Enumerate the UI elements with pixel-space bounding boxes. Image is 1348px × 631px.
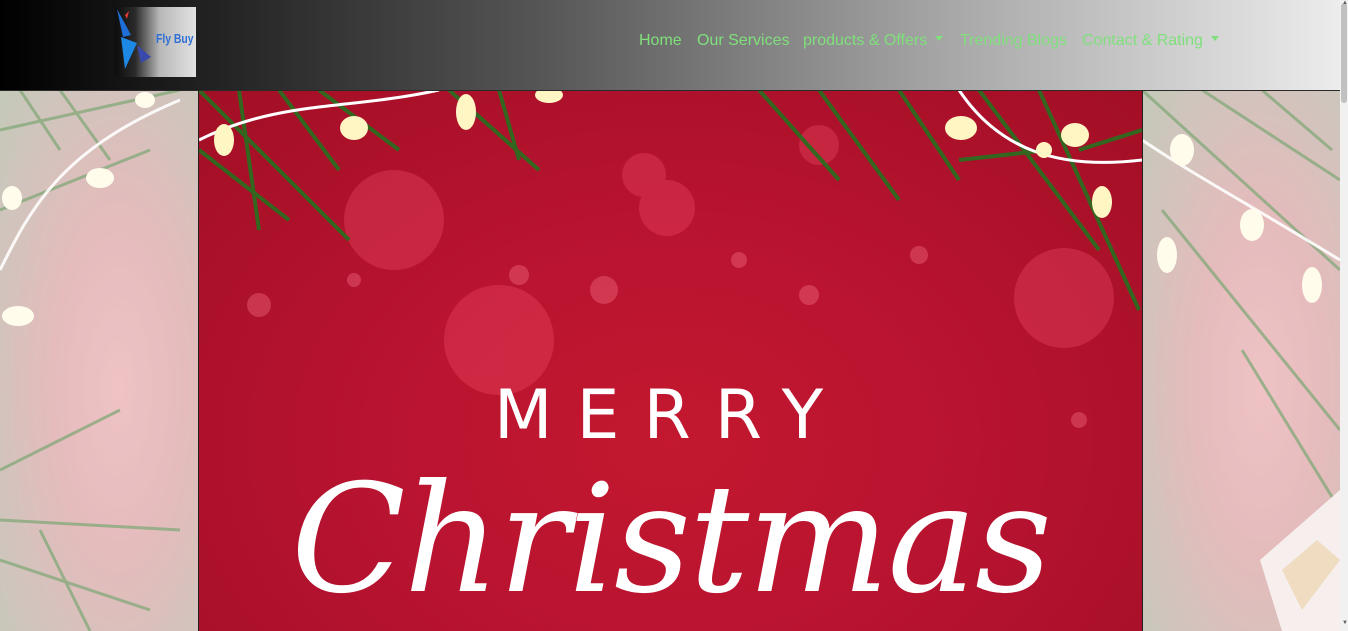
scroll-down-icon[interactable]: ▼	[1342, 620, 1348, 626]
nav-contact-rating-label: Contact & Rating	[1082, 32, 1203, 49]
bird-logo-icon	[117, 9, 151, 69]
christmas-card: MERRY Christmas	[199, 90, 1142, 631]
scrollbar-thumb[interactable]	[1341, 3, 1347, 103]
nav-home[interactable]: Home	[639, 31, 682, 51]
nav-products-offers[interactable]: products & Offers	[803, 31, 944, 51]
nav-our-services-label: Our Services	[697, 32, 790, 49]
chevron-down-icon	[935, 36, 944, 42]
nav-trending-blogs[interactable]: Trending Blogs	[960, 31, 1067, 51]
nav-trending-blogs-label: Trending Blogs	[960, 32, 1068, 49]
nav-products-offers-label: products & Offers	[803, 32, 928, 49]
navbar: Fly Buy Home Our Services products & Off…	[0, 0, 1340, 90]
nav-home-label: Home	[639, 32, 682, 49]
brand-name: Fly Buy	[156, 31, 194, 46]
scroll-up-icon[interactable]: ▲	[1342, 0, 1348, 6]
hero-banner: MERRY Christmas	[0, 90, 1340, 631]
nav-contact-rating[interactable]: Contact & Rating	[1082, 31, 1219, 51]
nav-our-services[interactable]: Our Services	[697, 31, 789, 51]
hero-line-christmas: Christmas	[291, 453, 1052, 627]
chevron-down-icon	[1210, 36, 1219, 42]
hero-side-right	[1142, 90, 1340, 631]
hero-side-left	[0, 90, 198, 631]
hero-line-merry: MERRY	[493, 376, 848, 455]
brand-logo[interactable]: Fly Buy	[115, 7, 196, 77]
